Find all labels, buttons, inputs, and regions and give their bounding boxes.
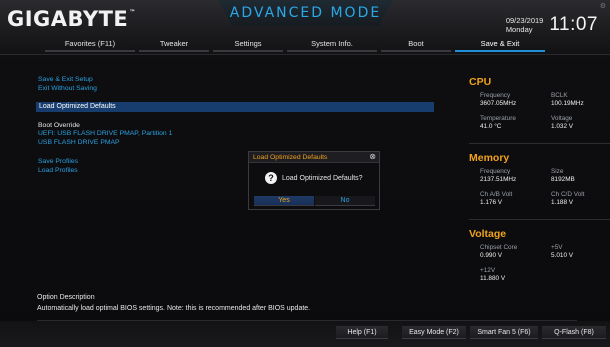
smart-fan-button[interactable]: Smart Fan 5 (F6) (470, 326, 538, 339)
voltage-5v: +5V 5.010 V (551, 244, 573, 259)
voltage-12v: +12V 11.880 V (480, 267, 505, 282)
cpu-section: CPU (469, 76, 610, 88)
cpu-frequency-label: Frequency (480, 92, 511, 99)
voltage-12v-value: 11.880 V (480, 274, 506, 282)
save-exit-menu: Save & Exit Setup Exit Without Saving (38, 76, 434, 93)
memory-frequency-label: Frequency (480, 168, 511, 175)
boot-override-item-usb[interactable]: USB FLASH DRIVE PMAP (38, 139, 434, 148)
tab-save-exit[interactable]: Save & Exit (455, 38, 545, 52)
tab-bar: Favorites (F11) Tweaker Settings System … (45, 38, 549, 52)
voltage-12v-label: +12V (480, 267, 496, 274)
clock-time: 11:07 (549, 14, 598, 35)
cpu-voltage-value: 1.032 V (551, 122, 574, 130)
memory-chab-value: 1.176 V (480, 198, 503, 206)
question-icon: ? (265, 172, 277, 184)
memory-chcd-volt: Ch C/D Volt 1.188 V (551, 191, 584, 206)
tab-favorites[interactable]: Favorites (F11) (45, 38, 135, 52)
memory-frequency: Frequency 2137.51MHz (480, 168, 516, 183)
tab-boot[interactable]: Boot (381, 38, 451, 52)
boot-override-section: Boot Override UEFI: USB FLASH DRIVE PMAP… (38, 122, 434, 147)
cpu-frequency: Frequency 3607.05MHz (480, 92, 516, 107)
option-description-text: Automatically load optimal BIOS settings… (37, 305, 311, 312)
easy-mode-button[interactable]: Easy Mode (F2) (402, 326, 466, 339)
voltage-title: Voltage (469, 228, 507, 240)
no-button[interactable]: No (315, 196, 375, 206)
q-flash-button[interactable]: Q-Flash (F8) (542, 326, 606, 339)
tab-settings[interactable]: Settings (213, 38, 283, 52)
memory-size: Size 8192MB (551, 168, 575, 183)
memory-size-value: 8192MB (551, 175, 575, 183)
gigabyte-logo: GIGABYTE™ (7, 7, 136, 31)
voltage-5v-value: 5.010 V (551, 251, 574, 259)
boot-override-item-uefi[interactable]: UEFI: USB FLASH DRIVE PMAP, Partition 1 (38, 130, 434, 139)
help-button[interactable]: Help (F1) (336, 326, 388, 339)
cpu-bclk-label: BCLK (551, 92, 568, 99)
memory-frequency-value: 2137.51MHz (480, 175, 517, 183)
option-description-title: Option Description (37, 294, 95, 301)
voltage-chipset-label: Chipset Core (480, 244, 518, 251)
memory-chab-volt: Ch A/B Volt 1.176 V (480, 191, 512, 206)
cpu-bclk-value: 100.19MHz (551, 99, 584, 107)
gear-icon[interactable]: ⚙ (600, 2, 606, 10)
menu-save-exit-setup[interactable]: Save & Exit Setup (38, 76, 434, 85)
voltage-5v-label: +5V (551, 244, 563, 251)
hardware-monitor-panel: CPU Frequency 3607.05MHz BCLK 100.19MHz … (469, 76, 610, 308)
memory-chcd-label: Ch C/D Volt (551, 191, 585, 198)
mode-title: ADVANCED MODE (218, 0, 393, 26)
close-icon[interactable]: ⊗ (369, 152, 376, 161)
memory-chcd-value: 1.188 V (551, 198, 574, 206)
option-description: Option Description Automatically load op… (37, 294, 597, 312)
clock: 09/23/2019 Monday 11:07 (506, 14, 598, 36)
cpu-title: CPU (469, 76, 492, 88)
memory-chab-label: Ch A/B Volt (480, 191, 513, 198)
cpu-temperature-value: 41.0 °C (480, 122, 502, 130)
dialog-title: Load Optimized Defaults (253, 153, 328, 161)
load-defaults-dialog: Load Optimized Defaults ⊗ ? Load Optimiz… (248, 151, 380, 210)
clock-date: 09/23/2019 (505, 16, 544, 25)
memory-title: Memory (469, 152, 510, 164)
memory-section: Memory (469, 152, 610, 164)
menu-load-optimized-defaults[interactable]: Load Optimized Defaults (36, 102, 434, 112)
clock-date-block: 09/23/2019 Monday (506, 16, 544, 34)
panel-divider (469, 143, 610, 144)
logo-trademark: ™ (129, 9, 136, 16)
dialog-title-bar: Load Optimized Defaults ⊗ (249, 152, 379, 163)
bottom-bar: Help (F1) Easy Mode (F2) Smart Fan 5 (F6… (0, 321, 610, 347)
tab-tweaker[interactable]: Tweaker (139, 38, 209, 52)
cpu-frequency-value: 3607.05MHz (480, 99, 517, 107)
menu-load-optimized-defaults-label: Load Optimized Defaults (39, 103, 116, 110)
cpu-voltage: Voltage 1.032 V (551, 115, 573, 130)
boot-override-label: Boot Override (38, 122, 80, 129)
memory-size-label: Size (551, 168, 564, 175)
cpu-temperature: Temperature 41.0 °C (480, 115, 516, 130)
logo-text: GIGABYTE (7, 7, 129, 31)
dialog-message: Load Optimized Defaults? (282, 175, 363, 182)
tab-system-info[interactable]: System Info. (287, 38, 377, 52)
clock-day: Monday (505, 25, 533, 34)
cpu-bclk: BCLK 100.19MHz (551, 92, 584, 107)
yes-button[interactable]: Yes (254, 196, 314, 206)
voltage-section: Voltage (469, 228, 610, 240)
menu-exit-without-saving[interactable]: Exit Without Saving (38, 85, 434, 94)
panel-divider (469, 219, 610, 220)
bios-screen: GIGABYTE™ ADVANCED MODE 09/23/2019 Monda… (0, 0, 610, 347)
voltage-chipset: Chipset Core 0.990 V (480, 244, 517, 259)
cpu-temperature-label: Temperature (480, 115, 516, 122)
cpu-voltage-label: Voltage (551, 115, 573, 122)
top-bar: GIGABYTE™ ADVANCED MODE 09/23/2019 Monda… (0, 0, 610, 55)
voltage-chipset-value: 0.990 V (480, 251, 503, 259)
